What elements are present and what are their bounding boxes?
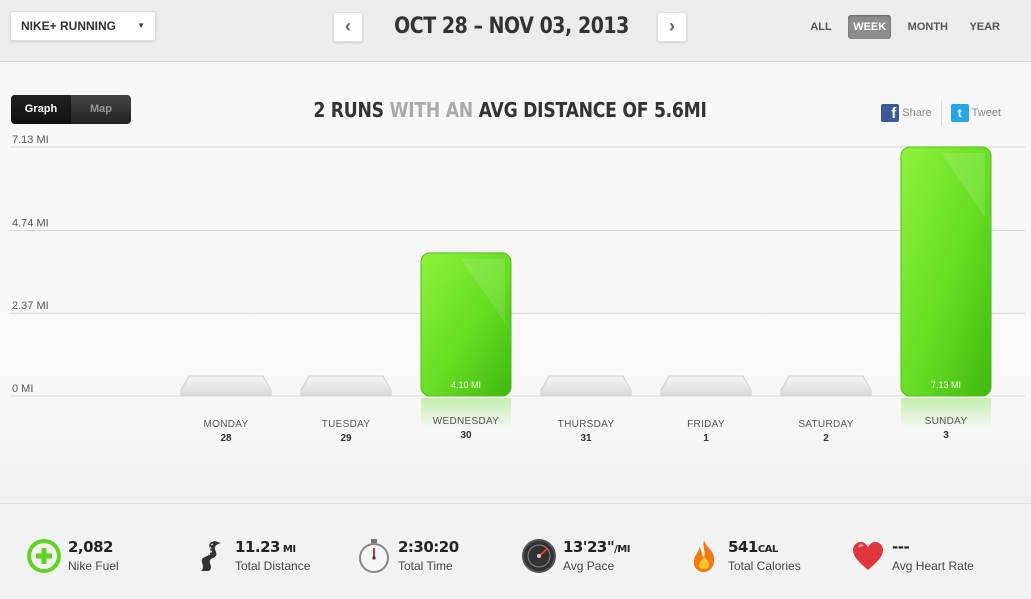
stat-unit: CAL (757, 544, 778, 555)
x-date-label: 2 (823, 433, 829, 444)
chevron-right-icon: › (669, 16, 675, 36)
x-date-label: 30 (460, 430, 472, 441)
next-week-button[interactable]: › (657, 12, 687, 42)
stat-value: 11.23 (235, 538, 280, 556)
period-tabs: ALL WEEK MONTH YEAR (798, 15, 1005, 41)
stat-value: 2,082 (68, 538, 113, 556)
stat-label: Total Calories (728, 559, 801, 573)
empty-bar (180, 375, 272, 397)
tab-year[interactable]: YEAR (964, 15, 1005, 39)
x-date-label: 28 (220, 433, 232, 444)
empty-bar (780, 375, 872, 397)
x-day-label: WEDNESDAY (432, 416, 500, 427)
nike-fuel-icon (27, 539, 61, 573)
stat-value: --- (892, 538, 910, 556)
app-selector-dropdown[interactable]: NIKE+ RUNNING ▼ (10, 11, 156, 41)
stopwatch-icon (359, 539, 389, 573)
weekly-distance-chart: 0 MI 2.37 MI 4.74 MI 7.13 MI 4.10 MI 7.13 MI … (0, 62, 1031, 503)
previous-week-button[interactable]: ‹ (333, 12, 363, 42)
stat-label: Avg Heart Rate (892, 559, 974, 573)
y-tick-label: 0 MI (12, 383, 33, 395)
empty-bar (300, 375, 392, 397)
y-tick-label: 7.13 MI (12, 134, 49, 146)
empty-bar (540, 375, 632, 397)
stat-value: 541 (728, 538, 758, 556)
x-date-label: 3 (943, 430, 949, 441)
chart-canvas: 0 MI 2.37 MI 4.74 MI 7.13 MI 4.10 MI 7.13 MI (10, 134, 1025, 428)
tab-month[interactable]: MONTH (903, 15, 953, 39)
speedometer-icon (522, 539, 556, 573)
x-day-label: SUNDAY (924, 416, 968, 427)
stats-bar: 2,082 Nike Fuel 11.23 MI Total Distance … (0, 503, 1031, 599)
y-tick-label: 2.37 MI (12, 300, 49, 312)
x-day-label: THURSDAY (557, 419, 615, 430)
bar-data-label: 7.13 MI (931, 380, 961, 390)
heart-icon (853, 542, 883, 570)
stat-label: Total Distance (235, 559, 311, 573)
bar-data-label: 4.10 MI (451, 380, 481, 390)
stat-label: Avg Pace (563, 559, 615, 573)
x-day-label: TUESDAY (321, 419, 371, 430)
x-day-label: SATURDAY (798, 419, 854, 430)
x-date-label: 29 (340, 433, 352, 444)
x-day-label: MONDAY (203, 419, 249, 430)
stat-unit: /MI (614, 544, 630, 555)
chevron-left-icon: ‹ (345, 16, 351, 36)
date-range-title: OCT 28 – NOV 03, 2013 (394, 14, 629, 39)
y-tick-label: 4.74 MI (12, 217, 49, 229)
stat-value: 13'23" (563, 538, 615, 556)
empty-bar (660, 375, 752, 397)
x-day-label: FRIDAY (687, 419, 725, 430)
stat-label: Nike Fuel (68, 559, 119, 573)
road-icon (201, 541, 221, 571)
tab-all[interactable]: ALL (805, 15, 836, 39)
stat-label: Total Time (398, 559, 453, 573)
x-date-label: 31 (580, 433, 592, 444)
x-date-label: 1 (703, 433, 709, 444)
stat-value: 2:30:20 (398, 538, 459, 556)
stat-unit: MI (279, 544, 296, 555)
app-selector-label: NIKE+ RUNNING (21, 19, 117, 33)
tab-week[interactable]: WEEK (848, 15, 892, 39)
caret-down-icon: ▼ (137, 21, 145, 30)
flame-icon (693, 540, 715, 572)
top-bar: NIKE+ RUNNING ▼ ‹ OCT 28 – NOV 03, 2013 … (0, 0, 1031, 62)
